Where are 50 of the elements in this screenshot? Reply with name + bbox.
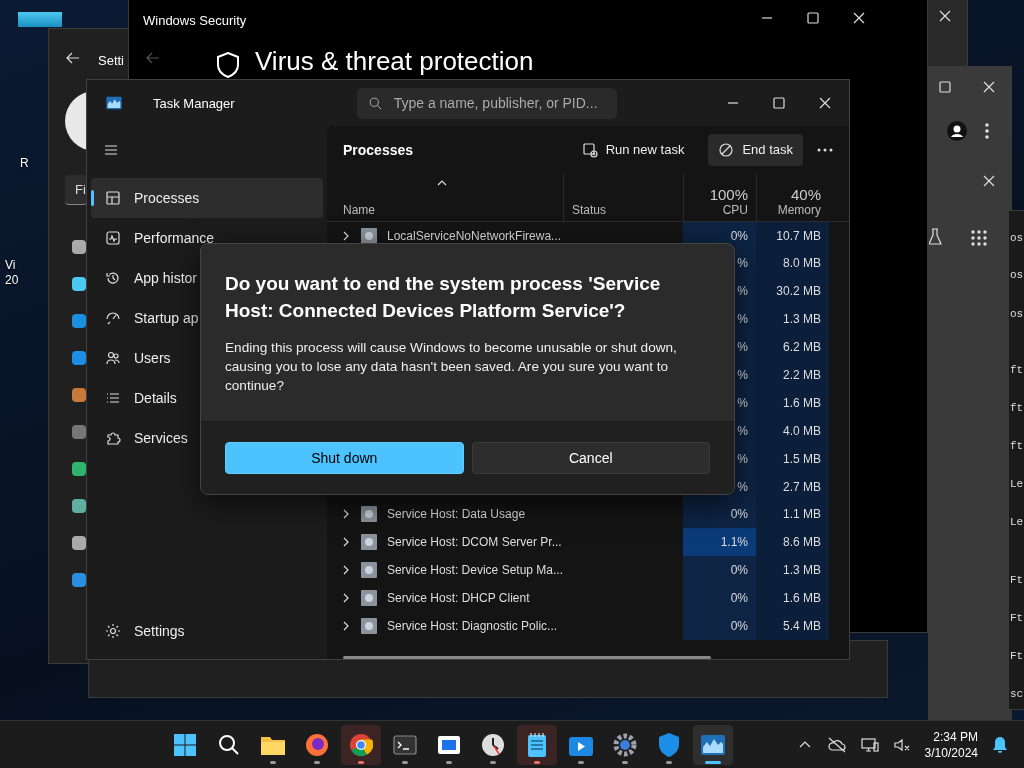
- memory-cell: 10.7 MB: [756, 221, 829, 250]
- memory-cell: 1.3 MB: [756, 305, 829, 334]
- process-name: Service Host: Device Setup Ma...: [386, 563, 563, 578]
- code-line: os: [1010, 308, 1024, 320]
- code-line: sc: [1010, 688, 1024, 700]
- memory-cell: 2.2 MB: [756, 361, 829, 389]
- window-title: Windows Security: [143, 13, 247, 28]
- code-line: Le: [1010, 478, 1024, 490]
- window-title: Setti: [98, 53, 124, 68]
- window-title: Task Manager: [153, 95, 235, 111]
- code-line: Ft: [1010, 650, 1024, 662]
- code-line: Ft: [1010, 612, 1024, 624]
- memory-cell: 1.6 MB: [756, 584, 829, 613]
- memory-cell: 1.6 MB: [756, 388, 829, 417]
- memory-cell: 6.2 MB: [756, 333, 829, 362]
- process-name: Service Host: DHCP Client: [387, 591, 530, 606]
- memory-cell: 2.7 MB: [756, 472, 829, 501]
- code-line: ft: [1010, 402, 1024, 414]
- memory-cell: 1.3 MB: [756, 556, 829, 585]
- memory-cell: 8.0 MB: [756, 249, 829, 278]
- cpu-cell: 0%: [683, 584, 756, 613]
- cpu-cell: 1.1%: [683, 528, 756, 557]
- desktop-icon-label: 20: [5, 273, 19, 287]
- cpu-cell: 0%: [683, 556, 756, 585]
- process-name: Service Host: Data Usage: [387, 507, 526, 522]
- memory-cell: 8.6 MB: [756, 528, 829, 557]
- memory-total: 40%: [790, 185, 821, 203]
- page-title: Processes: [343, 141, 415, 158]
- code-line: os: [1010, 269, 1024, 281]
- process-name: LocalServiceNoNetworkFirewa...: [387, 228, 562, 243]
- desktop-icon-label: Vi: [5, 258, 16, 272]
- memory-cell: 4.0 MB: [756, 416, 829, 445]
- memory-cell: 1.1 MB: [756, 500, 829, 529]
- memory-cell: 30.2 MB: [756, 277, 829, 306]
- code-line: ft: [1010, 440, 1024, 452]
- code-line: Ft: [1010, 574, 1024, 586]
- page-heading: Virus & threat protection: [255, 46, 534, 76]
- code-line: Le: [1010, 516, 1024, 528]
- dialog-message: Ending this process will cause Windows to become unusable or shut down, causing you to lose any data hasn't been saved. Are you sure you want to continue?: [225, 339, 678, 395]
- cpu-cell: 0%: [683, 500, 756, 529]
- cpu-total: 100%: [709, 185, 748, 203]
- process-name: Service Host: DCOM Server Pr...: [387, 535, 562, 550]
- desktop-icon-label: R: [20, 156, 29, 170]
- memory-cell: 5.4 MB: [756, 612, 829, 640]
- code-line: ft: [1010, 364, 1024, 376]
- code-line: os: [1010, 232, 1024, 244]
- cpu-cell: 0%: [683, 612, 756, 640]
- dialog-title: Do you want to end the system process 'Service Host: Connected Devices Platform Service'?: [225, 272, 662, 323]
- memory-cell: 1.5 MB: [756, 444, 829, 473]
- process-name: Service Host: Diagnostic Polic...: [387, 619, 558, 634]
